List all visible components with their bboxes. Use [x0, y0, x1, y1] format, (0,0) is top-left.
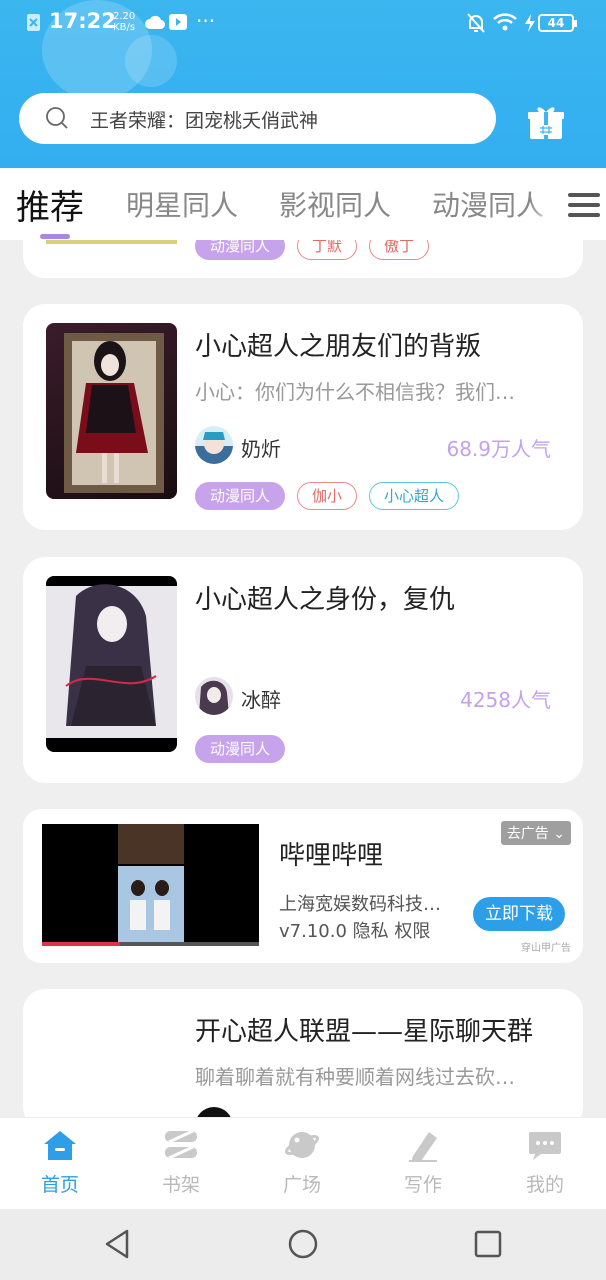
- battery-indicator: 44: [538, 14, 577, 32]
- search-icon: [46, 107, 68, 129]
- cover-illustration: [64, 333, 164, 493]
- nav-me[interactable]: 我的: [505, 1128, 585, 1197]
- avatar: [195, 426, 233, 464]
- tab-indicator: [40, 234, 70, 239]
- nav-plaza[interactable]: 广场: [262, 1128, 342, 1197]
- category-tabs-front: 推荐 明星同人 影视同人 动漫同人: [0, 168, 606, 240]
- home-icon: [44, 1131, 76, 1160]
- popularity-count: 4258人气: [460, 688, 551, 712]
- tag-list: 动漫同人: [195, 735, 286, 763]
- nav-bookshelf[interactable]: 书架: [141, 1128, 221, 1197]
- author-name: 奶炘: [241, 437, 281, 461]
- nav-home[interactable]: 首页: [20, 1128, 100, 1197]
- ad-video[interactable]: [42, 824, 259, 946]
- system-navigation-bar: [0, 1209, 606, 1280]
- category-menu-icon[interactable]: [568, 190, 600, 220]
- checkin-gift-icon[interactable]: [527, 104, 565, 140]
- chat-bubble-icon: [529, 1132, 561, 1160]
- more-notifications: ···: [196, 9, 216, 33]
- tag[interactable]: 小心超人: [369, 482, 460, 510]
- tab-celebrity-fanfic[interactable]: 明星同人: [126, 184, 238, 224]
- cloud-icon: [145, 15, 165, 30]
- ad-meta: v7.10.0 隐私 权限: [279, 917, 430, 943]
- search-placeholder: 王者荣耀：团宠桃夭俏武神: [90, 110, 319, 132]
- ad-app-name: 哔哩哔哩: [279, 841, 384, 871]
- remove-ad-button[interactable]: 去广告 ⌄: [500, 821, 571, 845]
- book-description: 聊着聊着就有种要顺着网线过去砍…: [195, 1065, 515, 1089]
- book-card[interactable]: 小心超人之身份，复仇 冰醉 4258人气 动漫同人: [23, 557, 583, 783]
- bookshelf-icon: [165, 1129, 197, 1160]
- nav-write[interactable]: 写作: [383, 1128, 463, 1197]
- app-header: 17:22 2.20 KB/s ··· 44 王者荣耀：团宠桃夭俏武神: [0, 0, 606, 168]
- network-speed: 2.20 KB/s: [113, 11, 136, 33]
- avatar: [195, 677, 233, 715]
- author-name: 冰醉: [241, 688, 281, 712]
- book-card-partial-bottom[interactable]: 动漫同人 丁默 傲丁: [23, 232, 583, 278]
- ad-version: v7.10.0: [279, 921, 347, 942]
- sim-icon: [27, 14, 40, 31]
- tag[interactable]: 动漫同人: [195, 735, 286, 763]
- tab-recommend[interactable]: 推荐: [16, 180, 84, 229]
- tag[interactable]: 动漫同人: [195, 482, 286, 510]
- book-title: 小心超人之朋友们的背叛: [195, 332, 482, 362]
- planet-icon: [284, 1132, 320, 1158]
- book-cover: [46, 323, 177, 499]
- charging-icon: [525, 14, 535, 32]
- ad-company: 上海宽娱数码科技…: [279, 894, 441, 915]
- status-bar: 17:22 2.20 KB/s ··· 44: [0, 0, 606, 48]
- mute-bell-icon: [467, 13, 485, 33]
- ad-card[interactable]: 哔哩哔哩 上海宽娱数码科技… v7.10.0 隐私 权限 去广告 ⌄ 立即下载 …: [23, 809, 583, 963]
- popularity-count: 68.9万人气: [446, 437, 551, 461]
- video-icon: [169, 14, 187, 30]
- clock: 17:22: [49, 9, 116, 33]
- book-cover-partial: [46, 240, 177, 244]
- download-button[interactable]: 立即下载: [473, 897, 565, 931]
- book-title: 开心超人联盟——星际聊天群: [195, 1017, 534, 1047]
- ad-video-frame: [42, 824, 259, 946]
- recent-apps-icon[interactable]: [471, 1227, 505, 1261]
- tab-anime-fanfic[interactable]: 动漫同人: [432, 184, 554, 224]
- ad-permission-link[interactable]: 权限: [394, 921, 430, 942]
- pen-icon: [409, 1132, 437, 1162]
- home-button-icon[interactable]: [286, 1227, 320, 1261]
- tag[interactable]: 伽小: [297, 482, 358, 510]
- tag-list: 动漫同人 伽小 小心超人: [195, 482, 460, 510]
- wifi-icon: [493, 13, 517, 31]
- tab-film-fanfic[interactable]: 影视同人: [279, 184, 391, 224]
- ad-privacy-link[interactable]: 隐私: [353, 921, 389, 942]
- book-card[interactable]: 小心超人之朋友们的背叛 小心：你们为什么不相信我？我们… 奶炘 68.9万人气 …: [23, 304, 583, 530]
- back-icon[interactable]: [100, 1227, 134, 1261]
- ad-source: 穿山甲广告: [521, 943, 571, 954]
- book-card[interactable]: 开心超人联盟——星际聊天群 聊着聊着就有种要顺着网线过去砍…: [23, 989, 583, 1129]
- bottom-navigation: 首页 书架 广场 写作 我的: [0, 1117, 606, 1209]
- book-cover: [46, 576, 177, 752]
- search-bar[interactable]: 王者荣耀：团宠桃夭俏武神: [19, 93, 496, 144]
- cover-illustration: [46, 584, 177, 738]
- book-title: 小心超人之身份，复仇: [195, 585, 456, 615]
- book-description: 小心：你们为什么不相信我？我们…: [195, 380, 515, 404]
